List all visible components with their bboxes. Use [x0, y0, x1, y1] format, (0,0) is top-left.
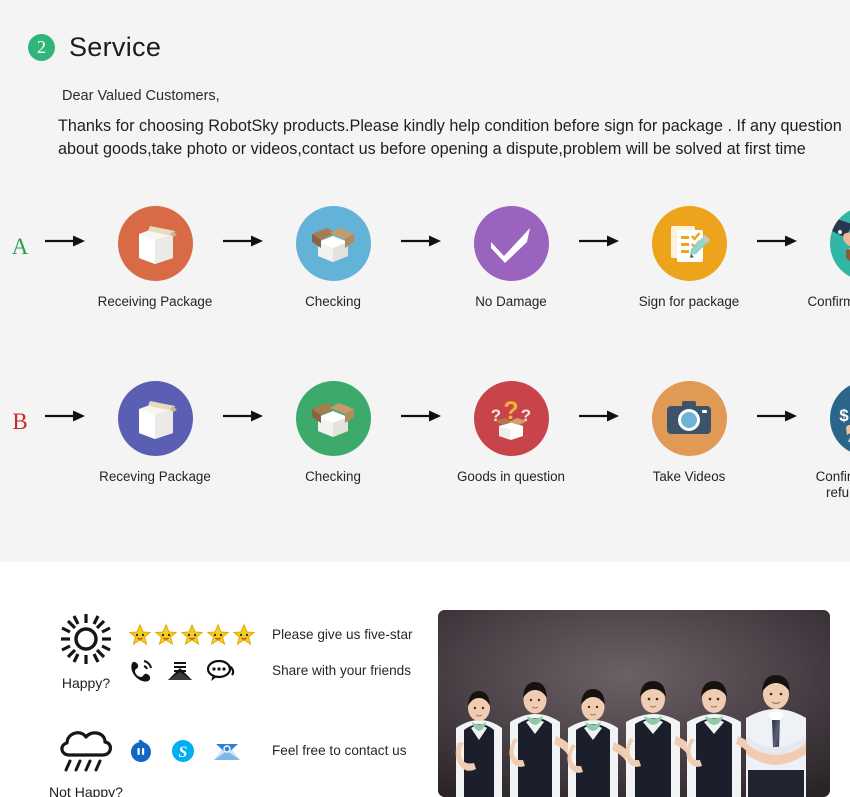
flow-step-label: Sign for package	[638, 294, 740, 309]
star-icon	[180, 623, 204, 646]
star-icon	[206, 623, 230, 646]
mood-happy: Happy?	[40, 612, 132, 691]
contact-message: Please give us five-star	[272, 627, 413, 642]
flow-step-label: Goods in question	[457, 469, 565, 484]
service-header: 2 Service	[28, 32, 161, 63]
flow-step-label: Confirm problem, refund money	[815, 469, 850, 500]
flow-step-label: Confirm the delivery	[807, 294, 850, 309]
messenger-icon	[131, 739, 151, 762]
flow-step-label: Take Videos	[652, 469, 726, 484]
email-envelope-icon	[214, 743, 240, 760]
arrow-icon	[218, 381, 270, 423]
team-photo	[438, 610, 830, 797]
arrow-icon	[752, 381, 804, 423]
contact-channel-icons[interactable]: S	[128, 732, 268, 770]
checkmark-icon	[473, 206, 549, 281]
flow-step-label: No Damage	[475, 294, 547, 309]
flow-step[interactable]: Sign for package	[626, 206, 752, 310]
mood-column: Happy? Not Happy?	[40, 612, 132, 797]
contact-messages-column: Please give us five-star Share with your…	[272, 618, 437, 770]
open-box-icon	[295, 381, 371, 456]
star-rating[interactable]	[128, 618, 268, 652]
flow-step[interactable]: ? ? ? Goods in question	[448, 381, 574, 485]
closed-box-icon	[117, 381, 193, 456]
svg-text:$: $	[839, 406, 849, 425]
arrow-icon	[40, 206, 92, 248]
flow-step-label: Receving Package	[99, 469, 211, 484]
flow-step[interactable]: Receiving Package	[92, 206, 218, 310]
sun-icon	[61, 614, 111, 664]
flow-step-label: Checking	[305, 469, 361, 484]
flow-row-b: B Receving Package Checking ? ? ? Goods …	[0, 381, 850, 501]
service-section: 2 Service Dear Valued Customers, Thanks …	[0, 0, 850, 562]
page-title: Service	[69, 32, 162, 62]
sign-document-icon	[651, 206, 727, 281]
contact-icons-column: S	[128, 618, 268, 770]
arrow-icon	[574, 206, 626, 248]
star-icon	[128, 623, 152, 646]
arrow-icon	[396, 206, 448, 248]
flow-step[interactable]: Confirm the delivery	[804, 206, 850, 310]
closed-box-icon	[117, 206, 193, 281]
svg-text:S: S	[179, 744, 188, 761]
mood-label: Happy?	[61, 675, 111, 691]
flow-step-label: Checking	[305, 294, 361, 309]
greeting-text: Dear Valued Customers,	[62, 88, 220, 104]
rain-cloud-icon	[60, 731, 112, 772]
skype-icon: S	[172, 740, 194, 762]
flow-step[interactable]: Receving Package	[92, 381, 218, 485]
arrow-icon	[218, 206, 270, 248]
question-box-icon: ? ? ?	[473, 381, 549, 456]
contact-section: Happy? Not Happy? S Please give us five-…	[0, 562, 850, 797]
row-letter-a: A	[11, 234, 29, 259]
section-number-badge: 2	[28, 34, 55, 61]
flow-step[interactable]: $ $ Confirm pr	[804, 381, 850, 501]
handshake-icon	[829, 206, 850, 281]
mood-label: Not Happy?	[49, 784, 123, 797]
flow-step[interactable]: Checking	[270, 206, 396, 310]
flow-step[interactable]: Checking	[270, 381, 396, 485]
arrow-icon	[752, 206, 804, 248]
star-icon	[154, 623, 178, 646]
star-icon	[232, 623, 256, 646]
camera-icon	[651, 381, 727, 456]
chat-bubble-icon	[206, 659, 235, 681]
row-letter-b: B	[12, 409, 28, 434]
flow-step[interactable]: No Damage	[448, 206, 574, 310]
phone-ring-icon	[131, 660, 152, 682]
support-agent-icon: $ $	[829, 381, 850, 456]
arrow-icon	[574, 381, 626, 423]
flow-step-label: Receiving Package	[97, 294, 213, 309]
intro-paragraph: Thanks for choosing RobotSky products.Pl…	[58, 117, 842, 158]
arrow-icon	[40, 381, 92, 423]
flow-row-a: A Receiving Package Checking No Damage S…	[0, 206, 850, 310]
arrow-icon	[396, 381, 448, 423]
open-box-icon	[295, 206, 371, 281]
contact-message: Share with your friends	[272, 663, 412, 678]
mood-not-happy: Not Happy?	[40, 723, 132, 797]
contact-message: Feel free to contact us	[272, 743, 407, 758]
share-icons[interactable]	[128, 652, 268, 690]
flow-step[interactable]: Take Videos	[626, 381, 752, 485]
mail-icon	[168, 662, 192, 680]
